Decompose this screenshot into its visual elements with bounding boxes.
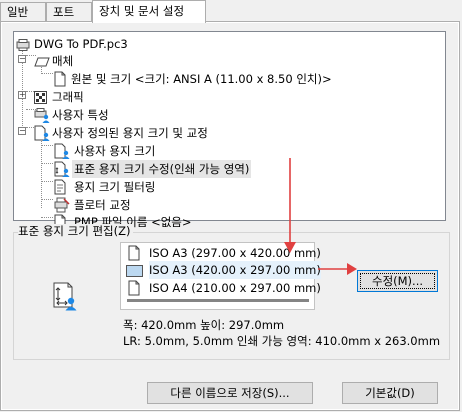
default-button[interactable]: 기본값(D) bbox=[342, 382, 438, 404]
default-button-label: 기본값(D) bbox=[365, 386, 415, 400]
annotation-arrows bbox=[284, 158, 357, 275]
tab-device-document-settings[interactable]: 장치 및 문서 설정 bbox=[92, 0, 206, 23]
tab-device-document-settings-label: 장치 및 문서 설정 bbox=[99, 4, 185, 18]
save-as-button[interactable]: 다른 이름으로 저장(S)... bbox=[147, 382, 313, 404]
save-as-button-label: 다른 이름으로 저장(S)... bbox=[170, 386, 290, 400]
arrow-down-icon bbox=[284, 158, 296, 253]
arrow-right-icon bbox=[318, 263, 357, 275]
plotter-config-dialog: 일반 포트 장치 및 문서 설정 DWG To PDF.pc3 − 매체 원본 … bbox=[0, 0, 462, 412]
